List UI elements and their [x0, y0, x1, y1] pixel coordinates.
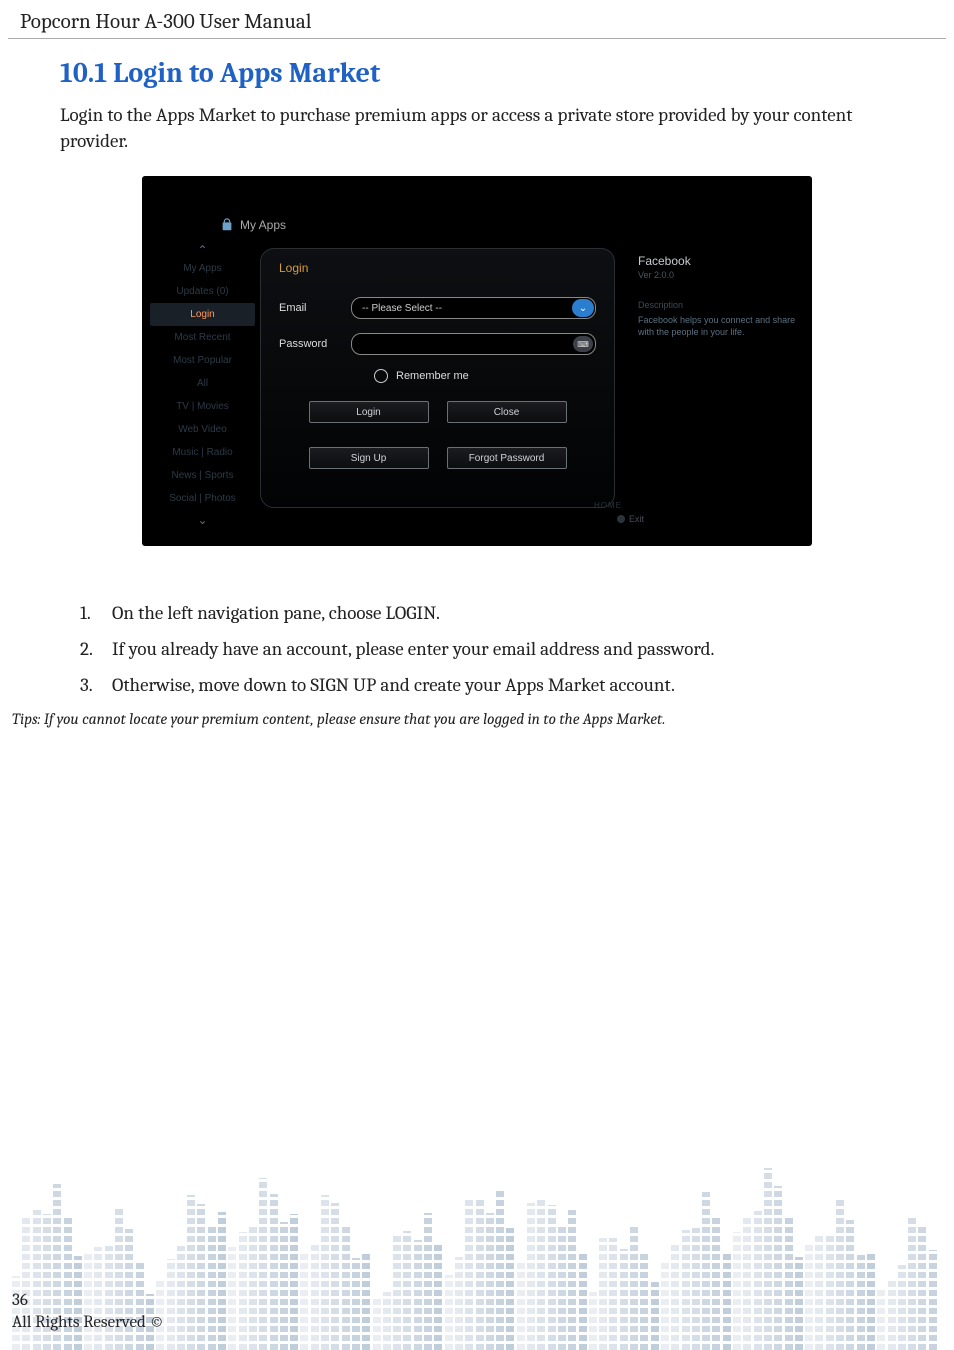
- step-number: 2.: [80, 638, 112, 660]
- step-text: Otherwise, move down to SIGN UP and crea…: [112, 674, 675, 696]
- section-heading: 10.1 Login to Apps Market: [60, 57, 954, 89]
- password-label: Password: [279, 338, 337, 350]
- myapps-header-label: My Apps: [240, 218, 286, 232]
- step-2: 2. If you already have an account, pleas…: [80, 638, 954, 660]
- sidebar-item-my-apps[interactable]: My Apps: [150, 257, 255, 280]
- keyboard-icon[interactable]: ⌨: [573, 336, 593, 352]
- step-3: 3. Otherwise, move down to SIGN UP and c…: [80, 674, 954, 696]
- dropdown-chevron-icon[interactable]: ⌄: [572, 299, 594, 317]
- sidebar: ⌃ My Apps Updates (0) Login Most Recent …: [150, 240, 255, 527]
- copyright: All Rights Reserved ©: [12, 1312, 164, 1334]
- app-info-panel: Facebook Ver 2.0.0 Description Facebook …: [638, 254, 798, 338]
- remember-me-toggle[interactable]: Remember me: [374, 369, 596, 383]
- instruction-list: 1. On the left navigation pane, choose L…: [80, 602, 954, 696]
- exit-dot-icon: [617, 515, 625, 523]
- login-card: Login Email -- Please Select -- ⌄ Passwo…: [260, 248, 615, 508]
- sidebar-item-login[interactable]: Login: [150, 303, 255, 326]
- sidebar-item-updates[interactable]: Updates (0): [150, 280, 255, 303]
- chevron-down-icon[interactable]: ⌄: [150, 510, 255, 527]
- step-text: If you already have an account, please e…: [112, 638, 714, 660]
- doc-header: Popcorn Hour A-300 User Manual: [8, 0, 946, 39]
- chevron-up-icon[interactable]: ⌃: [150, 240, 255, 257]
- app-description: Facebook helps you connect and share wit…: [638, 314, 798, 338]
- password-input[interactable]: ⌨: [351, 333, 596, 355]
- step-number: 1.: [80, 602, 112, 624]
- login-card-title: Login: [279, 261, 596, 275]
- sidebar-item-most-recent[interactable]: Most Recent: [150, 326, 255, 349]
- page-number: 36: [12, 1290, 164, 1312]
- app-name: Facebook: [638, 254, 798, 268]
- sidebar-item-most-popular[interactable]: Most Popular: [150, 349, 255, 372]
- sidebar-item-all[interactable]: All: [150, 372, 255, 395]
- email-select-value: -- Please Select --: [362, 303, 442, 314]
- step-text: On the left navigation pane, choose LOGI…: [112, 602, 440, 624]
- home-hint: HOME: [594, 501, 622, 510]
- step-1: 1. On the left navigation pane, choose L…: [80, 602, 954, 624]
- sidebar-item-social-photos[interactable]: Social | Photos: [150, 487, 255, 510]
- signup-button[interactable]: Sign Up: [309, 447, 429, 469]
- email-label: Email: [279, 302, 337, 314]
- remember-me-label: Remember me: [396, 370, 469, 382]
- login-screenshot: My Apps ⌃ My Apps Updates (0) Login Most…: [142, 176, 812, 546]
- myapps-header: My Apps: [220, 218, 792, 232]
- sidebar-item-news-sports[interactable]: News | Sports: [150, 464, 255, 487]
- radio-icon: [374, 369, 388, 383]
- close-button[interactable]: Close: [447, 401, 567, 423]
- sidebar-item-web-video[interactable]: Web Video: [150, 418, 255, 441]
- step-number: 3.: [80, 674, 112, 696]
- bag-icon: [220, 218, 234, 232]
- exit-hint: Exit: [617, 514, 644, 524]
- tips-note: Tips: If you cannot locate your premium …: [12, 710, 954, 728]
- app-version: Ver 2.0.0: [638, 270, 798, 280]
- exit-hint-label: Exit: [629, 514, 644, 524]
- forgot-password-button[interactable]: Forgot Password: [447, 447, 567, 469]
- sidebar-item-music-radio[interactable]: Music | Radio: [150, 441, 255, 464]
- intro-paragraph: Login to the Apps Market to purchase pre…: [60, 103, 898, 154]
- sidebar-item-tv-movies[interactable]: TV | Movies: [150, 395, 255, 418]
- description-label: Description: [638, 300, 798, 310]
- footer-equalizer-art: 36 All Rights Reserved ©: [0, 1110, 954, 1350]
- email-select[interactable]: -- Please Select -- ⌄: [351, 297, 596, 319]
- login-button[interactable]: Login: [309, 401, 429, 423]
